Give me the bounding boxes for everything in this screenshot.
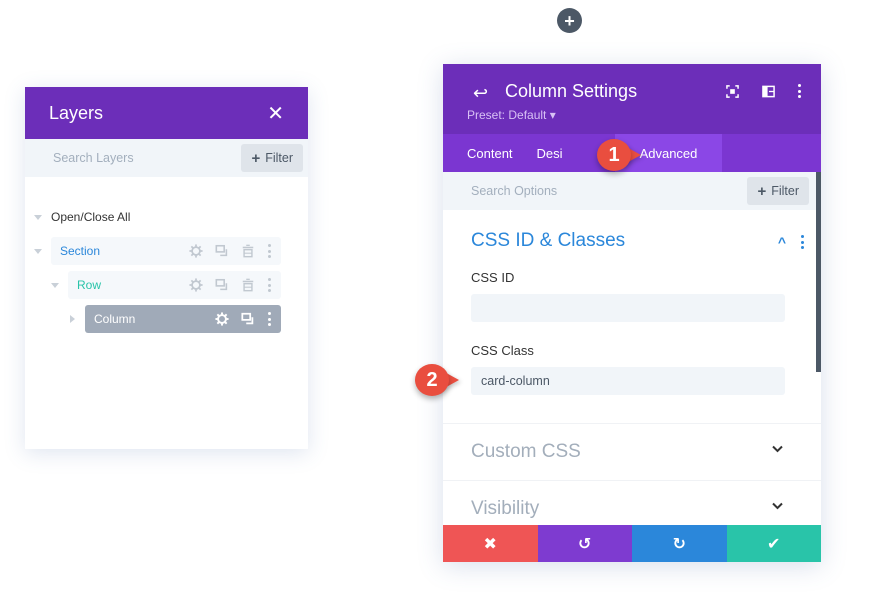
- layer-item-row[interactable]: Row: [25, 271, 308, 299]
- layers-tree: Open/Close All Section Row Column: [25, 177, 308, 333]
- add-section-button[interactable]: +: [557, 8, 582, 33]
- trash-icon[interactable]: [241, 278, 255, 292]
- layers-search-bar: Search Layers + Filter: [25, 139, 308, 177]
- modal-title: Column Settings: [505, 81, 638, 101]
- gear-icon[interactable]: [189, 244, 203, 258]
- chevron-down-icon[interactable]: [772, 499, 783, 513]
- options-search-input[interactable]: Search Options: [471, 184, 557, 198]
- callout-1: 1: [597, 139, 641, 171]
- callout-number: 1: [597, 139, 631, 171]
- chevron-down-icon[interactable]: [772, 442, 783, 456]
- css-id-label: CSS ID: [471, 270, 515, 285]
- layers-title: Layers: [49, 102, 104, 123]
- more-icon[interactable]: [267, 312, 271, 326]
- scrollbar[interactable]: [816, 172, 821, 372]
- css-id-input[interactable]: [471, 294, 785, 322]
- caret-right-icon[interactable]: [70, 315, 75, 323]
- open-close-all-label[interactable]: Open/Close All: [51, 210, 130, 224]
- undo-button[interactable]: ↺: [537, 525, 632, 562]
- layer-name: Row: [77, 278, 102, 292]
- options-search-bar: Search Options + Filter: [443, 172, 821, 210]
- more-icon[interactable]: [267, 244, 271, 258]
- callout-number: 2: [415, 364, 449, 396]
- more-icon[interactable]: [267, 278, 271, 292]
- tab-content[interactable]: Content: [443, 134, 537, 172]
- modal-footer: ✖ ↺ ↻ ✔: [443, 525, 821, 562]
- duplicate-icon[interactable]: [241, 312, 255, 326]
- section-title-css-id-classes[interactable]: CSS ID & Classes: [471, 230, 625, 252]
- gear-icon[interactable]: [215, 312, 229, 326]
- preset-dropdown[interactable]: Preset: Default ▾: [467, 108, 556, 122]
- css-class-label: CSS Class: [471, 343, 534, 358]
- plus-icon: +: [251, 149, 261, 167]
- layers-search-input[interactable]: Search Layers: [53, 151, 134, 165]
- divider: [443, 480, 821, 481]
- save-button[interactable]: ✔: [726, 525, 821, 562]
- callout-2: 2: [415, 364, 459, 396]
- section-title-custom-css[interactable]: Custom CSS: [471, 441, 581, 463]
- layer-row-box[interactable]: Row: [68, 271, 281, 299]
- gear-icon[interactable]: [189, 278, 203, 292]
- filter-label: Filter: [265, 151, 293, 165]
- divider: [443, 423, 821, 424]
- duplicate-icon[interactable]: [215, 278, 229, 292]
- caret-down-icon[interactable]: [51, 282, 59, 288]
- modal-header: ↩ Column Settings Preset: Default ▾: [443, 64, 821, 134]
- layer-name: Section: [60, 244, 101, 258]
- filter-label: Filter: [771, 184, 799, 198]
- open-close-all-row[interactable]: Open/Close All: [25, 203, 308, 231]
- duplicate-icon[interactable]: [215, 244, 229, 258]
- redo-icon: ↻: [672, 535, 686, 553]
- more-icon[interactable]: [797, 84, 801, 98]
- layer-item-section[interactable]: Section: [25, 237, 308, 265]
- layer-section-box[interactable]: Section: [51, 237, 281, 265]
- discard-button[interactable]: ✖: [443, 525, 538, 562]
- close-icon: ✖: [483, 535, 497, 553]
- layers-panel: Layers ✕ Search Layers + Filter Open/Clo…: [25, 87, 308, 449]
- options-filter-button[interactable]: + Filter: [747, 177, 809, 205]
- check-icon: ✔: [767, 535, 781, 553]
- trash-icon[interactable]: [241, 244, 255, 258]
- undo-icon: ↺: [578, 535, 592, 553]
- split-view-icon[interactable]: [761, 84, 775, 98]
- tab-design[interactable]: Desi: [537, 134, 587, 172]
- layer-item-column[interactable]: Column: [25, 305, 308, 333]
- caret-down-icon[interactable]: [34, 214, 42, 220]
- close-icon[interactable]: ✕: [267, 101, 284, 126]
- css-class-input[interactable]: card-column: [471, 367, 785, 395]
- layers-header: Layers ✕: [25, 87, 308, 139]
- chevron-up-icon[interactable]: ^: [778, 234, 786, 250]
- plus-icon: +: [564, 10, 575, 31]
- back-icon[interactable]: ↩: [473, 83, 488, 104]
- layer-column-box[interactable]: Column: [85, 305, 281, 333]
- layer-name: Column: [94, 312, 136, 326]
- section-title-visibility[interactable]: Visibility: [471, 498, 539, 520]
- more-icon[interactable]: [800, 235, 804, 249]
- plus-icon: +: [757, 182, 767, 200]
- layers-filter-button[interactable]: + Filter: [241, 144, 303, 172]
- redo-button[interactable]: ↻: [632, 525, 727, 562]
- fullscreen-icon[interactable]: [725, 84, 739, 98]
- caret-down-icon[interactable]: [34, 248, 42, 254]
